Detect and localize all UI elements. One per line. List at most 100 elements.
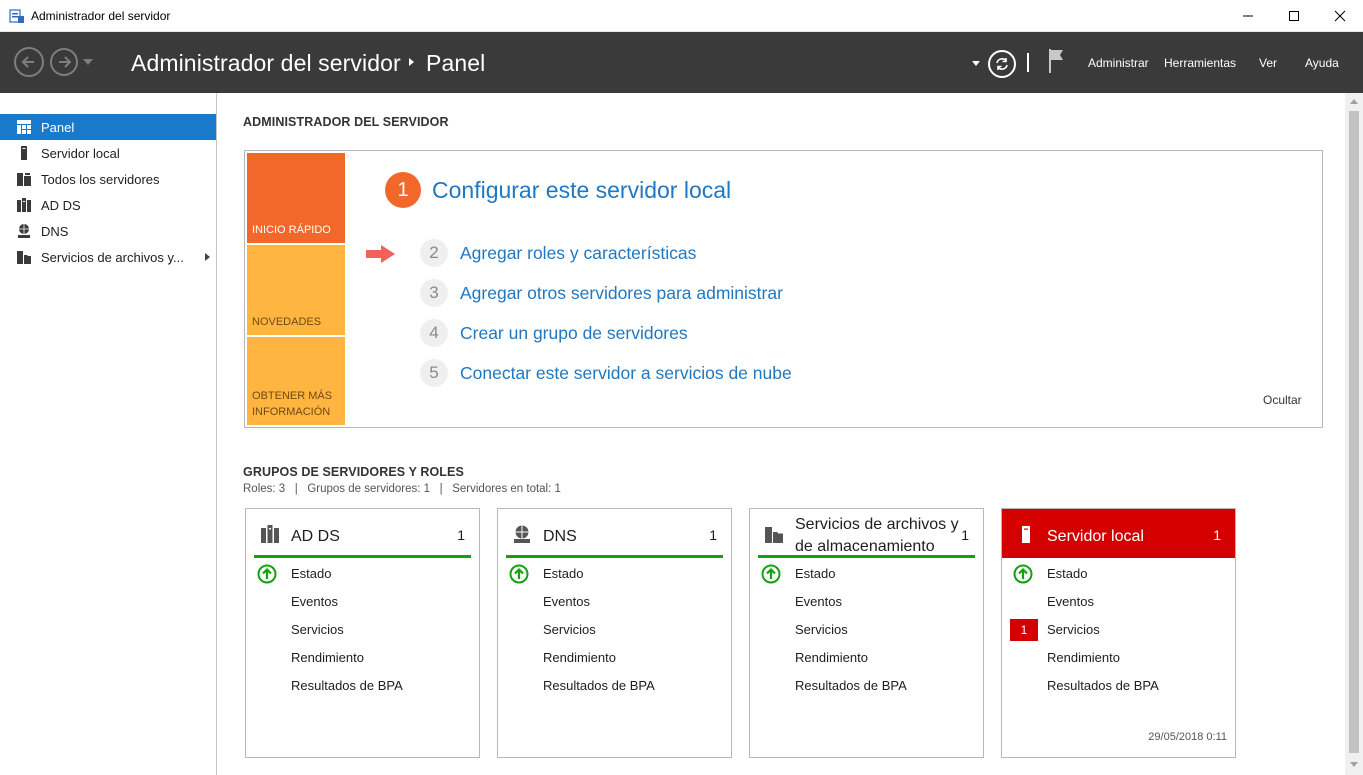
pointer-arrow-icon: [366, 245, 395, 263]
card-row-servicios[interactable]: Servicios: [795, 622, 848, 637]
card-row-rendimiento[interactable]: Rendimiento: [1047, 650, 1120, 665]
card-header[interactable]: DNS 1: [498, 509, 731, 558]
configure-local-server-link[interactable]: Configurar este servidor local: [432, 177, 731, 204]
role-card-ad-ds[interactable]: AD DS 1 Estado Eventos Servicios Rendimi…: [245, 508, 480, 758]
card-header[interactable]: Servicios de archivos y de almacenamient…: [750, 509, 983, 558]
close-button[interactable]: [1317, 0, 1363, 32]
card-row-bpa[interactable]: Resultados de BPA: [795, 678, 907, 693]
groups-stats: Roles: 3 | Grupos de servidores: 1 | Ser…: [243, 483, 561, 495]
tile-obtener-mas-informacion[interactable]: OBTENER MÁS INFORMACIÓN: [247, 337, 345, 425]
card-row-rendimiento[interactable]: Rendimiento: [795, 650, 868, 665]
card-header[interactable]: AD DS 1: [246, 509, 479, 558]
step-number-badge: 3: [420, 279, 448, 307]
refresh-button[interactable]: [988, 50, 1016, 78]
file-services-icon: [765, 527, 783, 543]
scroll-up-icon[interactable]: [1350, 99, 1358, 104]
dns-icon: [18, 224, 30, 238]
card-row-servicios[interactable]: Servicios: [291, 622, 344, 637]
card-count: 1: [457, 527, 465, 543]
sidebar-item-label: Panel: [41, 119, 75, 135]
card-status-line: [254, 555, 471, 558]
menu-administrar[interactable]: Administrar: [1088, 56, 1149, 70]
card-row-bpa[interactable]: Resultados de BPA: [1047, 678, 1159, 693]
add-roles-features-link[interactable]: Agregar roles y características: [460, 243, 696, 264]
role-card-file-services[interactable]: Servicios de archivos y de almacenamient…: [749, 508, 984, 758]
sidebar-item-todos-los-servidores[interactable]: Todos los servidores: [0, 166, 216, 192]
notifications-flag-icon[interactable]: [1048, 48, 1066, 74]
create-server-group-link[interactable]: Crear un grupo de servidores: [460, 323, 688, 344]
card-row-estado[interactable]: Estado: [291, 566, 331, 581]
step-number-badge: 1: [385, 172, 421, 208]
server-icon: [21, 146, 27, 160]
card-title: Servicios de archivos y de almacenamient…: [795, 514, 959, 558]
card-timestamp: 29/05/2018 0:11: [1148, 731, 1227, 743]
menu-ayuda[interactable]: Ayuda: [1305, 56, 1339, 70]
minimize-button[interactable]: [1225, 0, 1271, 32]
file-services-icon: [17, 251, 31, 264]
card-row-bpa[interactable]: Resultados de BPA: [291, 678, 403, 693]
welcome-section-title: ADMINISTRADOR DEL SERVIDOR: [243, 115, 449, 129]
menu-ver[interactable]: Ver: [1259, 56, 1277, 70]
refresh-dropdown-icon[interactable]: [972, 61, 980, 66]
status-ok-icon: [257, 564, 277, 584]
step-number-badge: 2: [420, 239, 448, 267]
card-row-estado[interactable]: Estado: [543, 566, 583, 581]
expand-chevron-icon[interactable]: [205, 253, 210, 261]
sidebar-item-panel[interactable]: Panel: [0, 114, 216, 140]
card-row-rendimiento[interactable]: Rendimiento: [543, 650, 616, 665]
card-row-estado[interactable]: Estado: [1047, 566, 1087, 581]
welcome-panel: INICIO RÁPIDO NOVEDADES OBTENER MÁS INFO…: [244, 150, 1323, 428]
tile-novedades[interactable]: NOVEDADES: [247, 245, 345, 335]
card-row-eventos[interactable]: Eventos: [795, 594, 842, 609]
card-title: AD DS: [291, 528, 340, 545]
card-status-line: [758, 555, 975, 558]
sidebar-item-label: AD DS: [41, 197, 81, 213]
card-row-bpa[interactable]: Resultados de BPA: [543, 678, 655, 693]
card-header[interactable]: Servidor local 1: [1002, 509, 1235, 558]
card-row-eventos[interactable]: Eventos: [1047, 594, 1094, 609]
refresh-icon: [996, 58, 1008, 70]
step-number-badge: 5: [420, 359, 448, 387]
card-row-eventos[interactable]: Eventos: [291, 594, 338, 609]
card-title-line: de almacenamiento: [795, 538, 935, 555]
card-row-servicios[interactable]: Servicios: [1047, 622, 1100, 637]
hide-welcome-link[interactable]: Ocultar: [1263, 393, 1302, 407]
minimize-icon: [1243, 15, 1253, 17]
tile-inicio-rapido[interactable]: INICIO RÁPIDO: [247, 153, 345, 243]
servers-icon: [17, 173, 31, 186]
dashboard-icon: [17, 120, 31, 134]
card-row-eventos[interactable]: Eventos: [543, 594, 590, 609]
sidebar: Panel Servidor local Todos los servidore…: [0, 93, 217, 775]
card-count: 1: [1213, 527, 1221, 543]
dns-icon: [514, 525, 530, 543]
forward-button[interactable]: [50, 48, 78, 76]
card-row-rendimiento[interactable]: Rendimiento: [291, 650, 364, 665]
menu-herramientas[interactable]: Herramientas: [1164, 56, 1236, 70]
sidebar-item-servidor-local[interactable]: Servidor local: [0, 140, 216, 166]
card-row-estado[interactable]: Estado: [795, 566, 835, 581]
role-card-dns[interactable]: DNS 1 Estado Eventos Servicios Rendimien…: [497, 508, 732, 758]
sidebar-item-label: Todos los servidores: [41, 171, 160, 187]
maximize-button[interactable]: [1271, 0, 1317, 32]
main-content: ADMINISTRADOR DEL SERVIDOR INICIO RÁPIDO…: [218, 93, 1345, 775]
sidebar-item-label: DNS: [41, 223, 69, 239]
breadcrumb-separator-icon: [409, 58, 414, 66]
tile-label: OBTENER MÁS INFORMACIÓN: [252, 390, 333, 418]
scroll-down-icon[interactable]: [1350, 762, 1358, 767]
close-icon: [1334, 10, 1346, 22]
history-dropdown-icon[interactable]: [83, 59, 93, 65]
back-button[interactable]: [14, 47, 44, 77]
card-row-servicios[interactable]: Servicios: [543, 622, 596, 637]
sidebar-item-ad-ds[interactable]: AD DS: [0, 192, 216, 218]
card-title: Servidor local: [1047, 528, 1144, 545]
window-title: Administrador del servidor: [31, 9, 171, 23]
vertical-scrollbar[interactable]: [1345, 93, 1363, 775]
role-card-servidor-local[interactable]: Servidor local 1 Estado Eventos 1 Servic…: [1001, 508, 1236, 758]
connect-cloud-services-link[interactable]: Conectar este servidor a servicios de nu…: [460, 363, 792, 384]
breadcrumb-root[interactable]: Administrador del servidor: [131, 50, 401, 77]
sidebar-item-servicios-archivos[interactable]: Servicios de archivos y...: [0, 244, 216, 270]
sidebar-item-dns[interactable]: DNS: [0, 218, 216, 244]
scroll-thumb[interactable]: [1349, 111, 1359, 753]
alert-count-badge[interactable]: 1: [1010, 619, 1038, 641]
add-other-servers-link[interactable]: Agregar otros servidores para administra…: [460, 283, 783, 304]
